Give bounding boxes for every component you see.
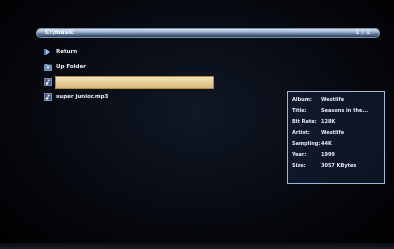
list-item-super-junior[interactable]: super junior.mp3 bbox=[44, 92, 218, 102]
info-label: Size: bbox=[292, 163, 306, 169]
info-label: Year: bbox=[292, 152, 307, 158]
path-bar: C:\music 1 / 1 bbox=[36, 28, 380, 38]
folder-up-icon bbox=[44, 63, 52, 71]
list-item-label: Return bbox=[56, 49, 78, 55]
file-list: Return Up Folder super junior.mp3 bbox=[44, 47, 218, 107]
info-row-year: Year: 1999 bbox=[292, 151, 382, 159]
current-path: C:\music bbox=[45, 29, 74, 36]
info-value: Westlife bbox=[321, 97, 345, 103]
info-label: Title: bbox=[292, 108, 307, 114]
info-row-artist: Artist: Westlife bbox=[292, 129, 382, 137]
info-row-size: Size: 3057 KBytes bbox=[292, 162, 382, 170]
info-value: 44K bbox=[321, 141, 332, 147]
list-item-label: super junior.mp3 bbox=[56, 94, 109, 100]
media-info-panel: Album: Westlife Title: Seasons in the...… bbox=[287, 91, 385, 184]
info-row-bit-rate: Bit Rate: 128K bbox=[292, 118, 382, 126]
page-indicator: 1 / 1 bbox=[355, 29, 370, 36]
info-row-sampling: Sampling: 44K bbox=[292, 140, 382, 148]
screen-bezel bbox=[0, 243, 394, 249]
music-file-icon bbox=[44, 78, 52, 86]
info-value: Seasons in the... bbox=[321, 108, 369, 114]
info-label: Sampling: bbox=[292, 141, 321, 147]
info-label: Artist: bbox=[292, 130, 310, 136]
info-value: Westlife bbox=[321, 130, 345, 136]
info-row-title: Title: Seasons in the... bbox=[292, 107, 382, 115]
list-item-label: Up Folder bbox=[56, 64, 86, 70]
info-value: 128K bbox=[321, 119, 336, 125]
info-label: Bit Rate: bbox=[292, 119, 317, 125]
list-item-selected-file[interactable] bbox=[44, 76, 218, 89]
info-value: 1999 bbox=[321, 152, 335, 158]
return-icon bbox=[44, 48, 52, 56]
info-value: 3057 KBytes bbox=[321, 163, 357, 169]
info-label: Album: bbox=[292, 97, 312, 103]
music-file-icon bbox=[44, 93, 52, 101]
list-item-return[interactable]: Return bbox=[44, 47, 218, 57]
list-item-up-folder[interactable]: Up Folder bbox=[44, 62, 218, 72]
info-row-album: Album: Westlife bbox=[292, 96, 382, 104]
